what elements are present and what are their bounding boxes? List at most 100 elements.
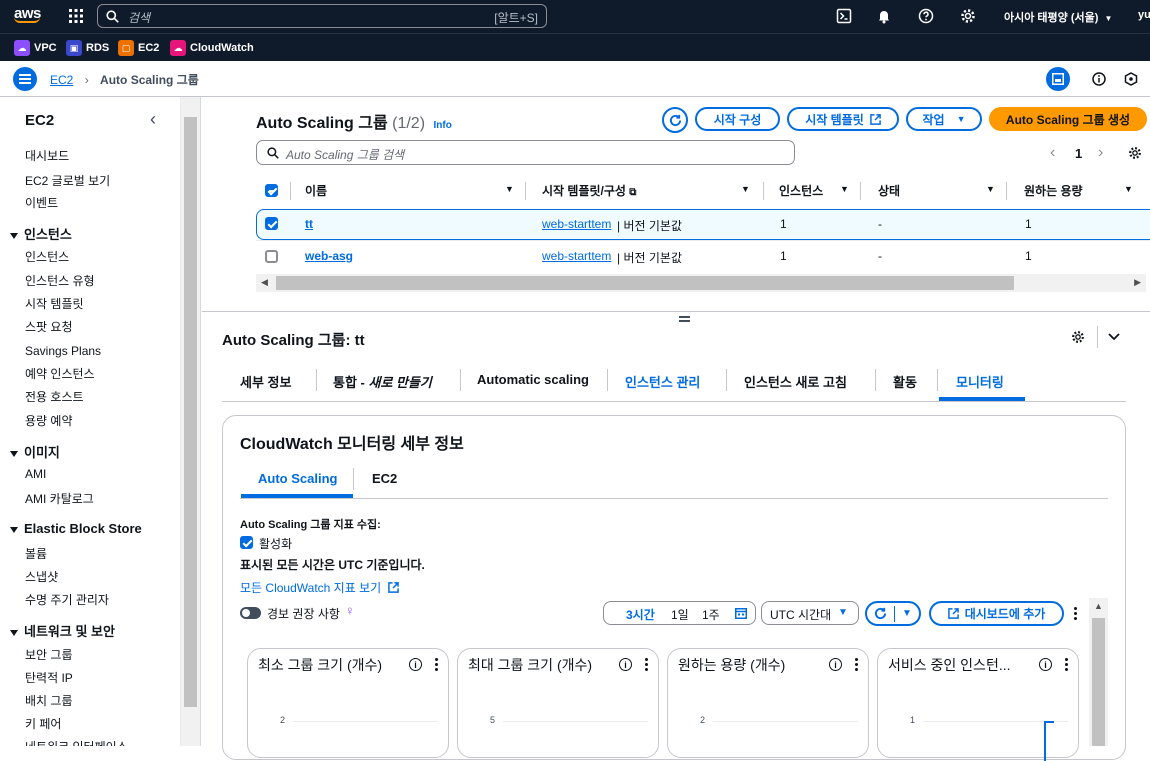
sidebar-item-instance-types[interactable]: 인스턴스 유형 [25,272,95,289]
table-horizontal-scrollbar[interactable]: ◀ ▶ [256,274,1146,292]
column-header-template[interactable]: 시작 템플릿/구성 ⧉ [542,182,636,199]
favorite-ec2[interactable]: ▢ EC2 [118,39,159,57]
settings-gear-icon[interactable] [958,6,978,26]
tab-instance-refresh[interactable]: 인스턴스 새로 고침 [744,372,847,391]
time-range-1d[interactable]: 1일 [671,606,689,623]
sidebar-section-network[interactable]: 네트워크 및 보안 [10,621,115,640]
time-range-1w[interactable]: 1주 [702,606,720,623]
launch-template-button[interactable]: 시작 템플릿 [787,107,899,131]
tab-integration[interactable]: 통합 - 새로 만들기 [333,372,432,391]
drag-handle-icon[interactable] [679,316,690,322]
sort-caret-icon[interactable]: ▼ [840,184,849,194]
sidebar-item-elastic-ip[interactable]: 탄력적 IP [25,669,73,686]
sidebar-section-images[interactable]: 이미지 [10,442,60,461]
more-options-icon[interactable] [1074,607,1078,621]
favorite-vpc[interactable]: ☁ VPC [14,39,57,57]
sidebar-item-key-pairs[interactable]: 키 페어 [25,715,61,732]
aws-logo[interactable]: aws [14,5,41,23]
info-panel-icon[interactable] [1092,72,1106,86]
sidebar-item-reserved-instances[interactable]: 예약 인스턴스 [25,365,95,382]
launch-config-button[interactable]: 시작 구성 [695,107,780,131]
sidebar-section-instances[interactable]: 인스턴스 [10,224,72,243]
services-grid-icon[interactable] [66,6,86,26]
sidebar-item-ami[interactable]: AMI [25,467,46,481]
split-panel-icon[interactable] [1046,67,1070,91]
sidebar-item-dashboard[interactable]: 대시보드 [25,147,69,164]
sidebar-item-security-groups[interactable]: 보안 그룹 [25,646,73,663]
sort-caret-icon[interactable]: ▼ [505,184,514,194]
sidebar-item-events[interactable]: 이벤트 [25,194,58,211]
sidebar-item-dedicated-hosts[interactable]: 전용 호스트 [25,388,84,405]
subtab-auto-scaling[interactable]: Auto Scaling [258,471,337,486]
row-checkbox[interactable] [265,217,278,230]
feedback-icon[interactable] [1124,72,1138,86]
tab-activity[interactable]: 활동 [893,372,917,391]
all-cloudwatch-metrics-link[interactable]: 모든 CloudWatch 지표 보기 [240,579,399,596]
breadcrumb-ec2-link[interactable]: EC2 [50,73,73,87]
info-icon[interactable]: i [829,658,842,671]
sidebar-item-instances[interactable]: 인스턴스 [25,248,69,265]
subtab-ec2[interactable]: EC2 [372,471,397,486]
sidebar-item-placement-groups[interactable]: 배치 그룹 [25,692,73,709]
asg-search-input[interactable]: Auto Scaling 그룹 검색 [256,140,795,165]
template-link[interactable]: web-starttem [542,217,611,231]
asg-name-link[interactable]: tt [305,217,313,231]
tab-monitoring[interactable]: 모니터링 [956,372,1004,391]
cloudshell-icon[interactable] [834,6,854,26]
scrollbar-thumb[interactable] [1092,618,1105,746]
sidebar-item-savings-plans[interactable]: Savings Plans [25,344,101,358]
add-to-dashboard-button[interactable]: 대시보드에 추가 [929,601,1064,626]
sidebar-item-global-view[interactable]: EC2 글로벌 보기 [25,172,110,189]
next-page-icon[interactable]: › [1098,144,1103,162]
time-range-3h[interactable]: 3시간 [626,606,655,623]
sidebar-item-lifecycle-manager[interactable]: 수명 주기 관리자 [25,591,109,608]
notifications-bell-icon[interactable] [874,6,894,26]
sidebar-item-ami-catalog[interactable]: AMI 카탈로그 [25,490,94,507]
tab-automatic-scaling[interactable]: Automatic scaling [477,372,589,387]
table-row[interactable] [256,209,1150,240]
sidebar-item-spot-requests[interactable]: 스팟 요청 [25,318,73,335]
tab-instance-management[interactable]: 인스턴스 관리 [625,372,700,391]
scroll-up-icon[interactable]: ▲ [1094,601,1103,611]
metrics-enabled-checkbox[interactable] [240,536,253,549]
timezone-select[interactable]: UTC 시간대 ▼ [761,601,859,625]
info-icon[interactable]: i [409,658,422,671]
column-header-name[interactable]: 이름 [305,182,327,199]
sidebar-collapse-icon[interactable]: ‹ [150,109,156,130]
info-icon[interactable]: i [1039,658,1052,671]
sidebar-item-launch-templates[interactable]: 시작 템플릿 [25,295,84,312]
sort-caret-icon[interactable]: ▼ [741,184,750,194]
region-selector[interactable]: 아시아 태평양 (서울) ▼ [1004,9,1112,25]
metrics-scrollbar[interactable]: ▲ [1089,598,1108,746]
favorite-cloudwatch[interactable]: ☁ CloudWatch [170,39,254,57]
sidebar-item-capacity-reservations[interactable]: 용량 예약 [25,412,73,429]
more-options-icon[interactable] [435,658,439,672]
refresh-split-button[interactable]: ▼ [865,601,921,626]
sort-caret-icon[interactable]: ▼ [1124,184,1133,194]
scroll-right-icon[interactable]: ▶ [1134,277,1141,288]
scroll-left-icon[interactable]: ◀ [261,277,268,288]
collapse-panel-chevron-icon[interactable] [1107,330,1121,344]
refresh-button[interactable] [662,107,688,133]
scrollbar-thumb[interactable] [184,117,197,707]
column-header-status[interactable]: 상태 [878,182,900,199]
sidebar-scrollbar[interactable] [181,97,201,746]
page-number[interactable]: 1 [1075,146,1082,161]
more-options-icon[interactable] [645,658,649,672]
search-input[interactable]: 검색 [알트+S] [97,4,547,28]
sidebar-item-network-interfaces[interactable]: 네트워크 인터페이스 [25,738,128,746]
tab-details[interactable]: 세부 정보 [240,372,291,391]
row-checkbox[interactable] [265,250,278,263]
panel-settings-gear-icon[interactable] [1071,330,1085,344]
more-options-icon[interactable] [1065,658,1069,672]
actions-dropdown-button[interactable]: 작업 ▼ [906,107,982,131]
template-link[interactable]: web-starttem [542,249,611,263]
table-settings-gear-icon[interactable] [1128,146,1142,160]
column-header-desired-capacity[interactable]: 원하는 용량 [1024,182,1083,199]
sort-caret-icon[interactable]: ▼ [986,184,995,194]
asg-name-link[interactable]: web-asg [305,249,353,263]
info-link[interactable]: Info [433,120,451,131]
info-icon[interactable]: i [619,658,632,671]
scrollbar-thumb[interactable] [276,276,1014,290]
alarm-recommendation-toggle[interactable] [240,607,261,619]
